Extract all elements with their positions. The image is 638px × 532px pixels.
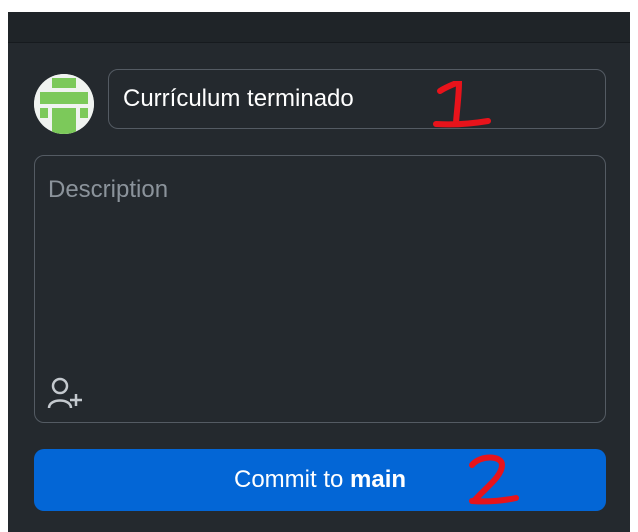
avatar — [34, 74, 94, 134]
commit-summary-value: Currículum terminado — [123, 85, 354, 112]
panel-top-bar — [8, 12, 630, 43]
commit-description-input[interactable]: Description — [34, 155, 606, 423]
annotation-number-1: 1 — [432, 77, 492, 136]
commit-summary-input[interactable]: Currículum terminado — [108, 69, 606, 129]
description-placeholder: Description — [48, 176, 169, 203]
commit-branch-name: main — [350, 466, 407, 493]
avatar-identicon — [34, 74, 94, 134]
add-coauthor-icon[interactable] — [47, 376, 83, 412]
commit-panel: Currículum terminado 1 Description Commi… — [8, 12, 630, 532]
commit-button-prefix: Commit to — [233, 466, 350, 493]
annotation-number-2: 2 — [462, 453, 526, 514]
